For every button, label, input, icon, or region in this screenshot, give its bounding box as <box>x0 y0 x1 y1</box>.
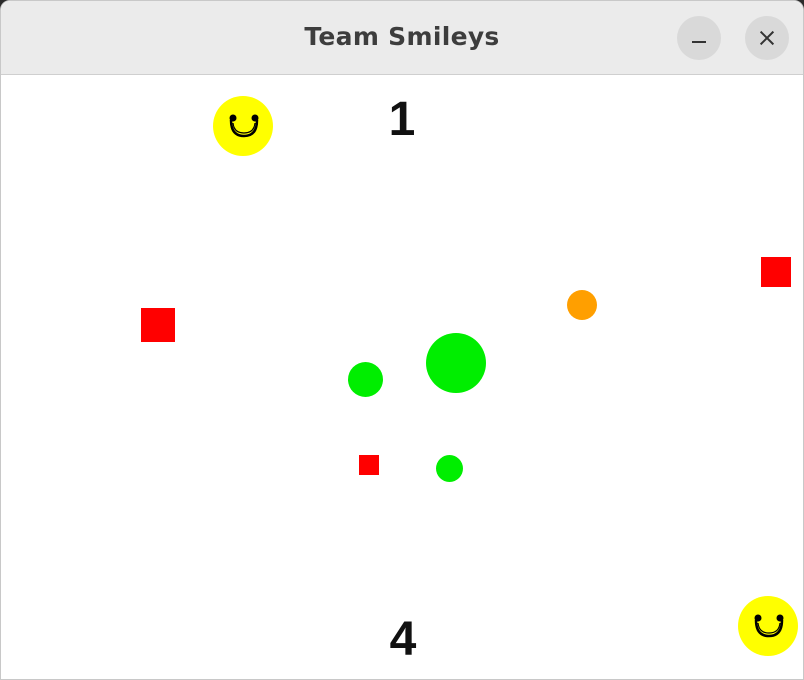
smiley-face-icon <box>754 614 784 638</box>
smiley-face-icon <box>229 114 259 138</box>
bottom-smiley-player <box>738 596 798 656</box>
orange-ball <box>567 290 597 320</box>
green-ball <box>348 362 383 397</box>
red-square-obstacle <box>359 455 379 475</box>
red-square-obstacle <box>141 308 175 342</box>
top-team-score: 1 <box>388 93 416 146</box>
title-bar[interactable]: Team Smileys <box>1 1 803 75</box>
minimize-icon <box>692 41 706 43</box>
game-canvas[interactable]: 1 4 <box>1 75 803 679</box>
bottom-team-score: 4 <box>389 613 417 666</box>
red-square-obstacle <box>761 257 791 287</box>
minimize-button[interactable] <box>677 16 721 60</box>
close-button[interactable] <box>745 16 789 60</box>
green-ball-small <box>436 455 463 482</box>
green-ball-large <box>426 333 486 393</box>
close-icon <box>759 30 775 46</box>
top-smiley-player <box>213 96 273 156</box>
game-window: Team Smileys 1 4 <box>0 0 804 680</box>
